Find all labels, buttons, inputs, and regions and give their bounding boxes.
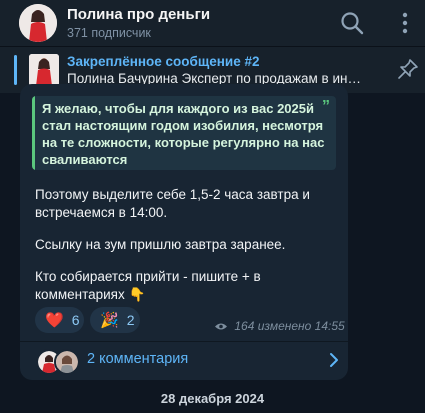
chevron-right-icon	[330, 353, 338, 367]
chat-header: Полина про деньги 371 подписчик	[0, 0, 425, 46]
eye-icon	[214, 319, 231, 333]
message-paragraph: Поэтому выделите себе 1,5-2 часа завтра …	[35, 187, 310, 220]
message-meta: 164 изменено 14:55	[214, 319, 345, 333]
message-paragraph: Ссылку на зум пришлю завтра заранее.	[35, 237, 286, 252]
quote-bar	[32, 96, 35, 170]
reaction-party[interactable]: 🎉 2	[90, 307, 140, 333]
reaction-count: 6	[71, 312, 80, 328]
quote-text: Я желаю, чтобы для каждого из вас 2025й …	[42, 101, 325, 167]
party-popper-icon: 🎉	[100, 312, 119, 329]
pinned-title: Закреплённое сообщение #2	[67, 54, 260, 69]
reaction-heart[interactable]: ❤️ 6	[35, 307, 84, 333]
commenter-avatar	[54, 349, 80, 375]
pinned-indicator	[14, 55, 17, 85]
pin-list-icon[interactable]	[396, 57, 420, 81]
search-icon[interactable]	[339, 10, 365, 36]
message-time: 14:55	[314, 319, 345, 333]
pinned-thumbnail	[29, 54, 59, 86]
more-vertical-icon[interactable]	[392, 10, 418, 36]
reaction-count: 2	[126, 312, 135, 328]
comments-label: 2 комментария	[87, 351, 189, 367]
message-paragraph: Кто собирается прийти - пишите + в комме…	[35, 269, 261, 302]
quote-icon: ”	[322, 98, 330, 115]
divider	[20, 341, 348, 342]
heart-icon: ❤️	[45, 312, 64, 329]
view-count: 164	[234, 319, 255, 333]
subscriber-count: 371 подписчик	[67, 26, 151, 40]
channel-avatar[interactable]	[19, 4, 57, 42]
edited-label: изменено	[257, 319, 312, 333]
date-separator: 28 декабря 2024	[160, 391, 265, 406]
blockquote: Я желаю, чтобы для каждого из вас 2025й …	[32, 96, 336, 170]
channel-title[interactable]: Полина про деньги	[67, 6, 210, 23]
